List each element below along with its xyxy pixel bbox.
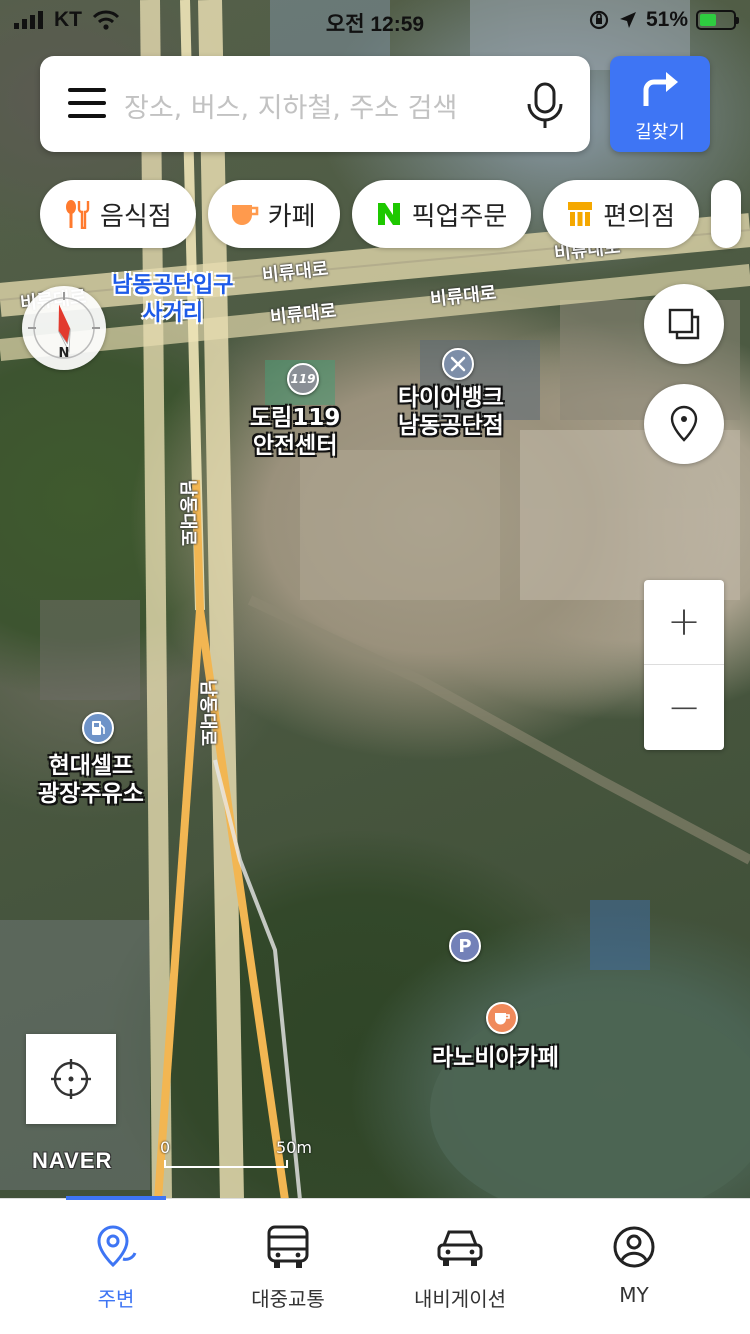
poi-label-gas-station[interactable]: 현대셀프 광장주유소 bbox=[38, 752, 144, 808]
microphone-icon[interactable] bbox=[524, 80, 566, 130]
location-arrow-icon bbox=[619, 12, 636, 28]
chip-label: 픽업주문 bbox=[411, 201, 508, 232]
poi-label-tire-bank[interactable]: 타이어뱅크 남동공단점 bbox=[398, 384, 504, 440]
bus-icon bbox=[208, 1221, 368, 1273]
tab-label: 대중교통 bbox=[251, 1287, 325, 1311]
tab-label: 내비게이션 bbox=[414, 1287, 506, 1311]
poi-label-cafe[interactable]: 라노비아카페 bbox=[432, 1044, 559, 1072]
map-pin-icon bbox=[670, 405, 698, 442]
compass-north-label: N bbox=[58, 346, 70, 361]
coffee-cup-icon bbox=[230, 199, 260, 229]
tab-my[interactable]: MY bbox=[554, 1221, 714, 1307]
map-scale: 0 50m bbox=[160, 1138, 320, 1170]
chip-label: 음식점 bbox=[100, 201, 172, 232]
chip-label: 카페 bbox=[267, 201, 316, 232]
zoom-out-button[interactable]: − bbox=[644, 665, 724, 750]
zoom-in-button[interactable]: + bbox=[644, 580, 724, 665]
chip-more[interactable] bbox=[711, 180, 742, 248]
store-icon bbox=[565, 199, 595, 229]
scale-bar bbox=[164, 1160, 288, 1168]
battery-percent: 51% bbox=[645, 8, 688, 31]
rotation-lock-icon bbox=[589, 10, 609, 30]
battery-fill bbox=[700, 14, 717, 26]
category-chips: 음식점 카페 픽업주문 편의점 bbox=[40, 180, 742, 248]
parking-icon[interactable]: P bbox=[449, 930, 481, 962]
tab-transit[interactable]: 대중교통 bbox=[208, 1221, 368, 1312]
fire-station-icon[interactable]: 119 bbox=[287, 363, 319, 395]
search-input[interactable]: 장소, 버스, 지하철, 주소 검색 bbox=[124, 86, 457, 125]
map-layers-button[interactable] bbox=[644, 284, 724, 364]
cafe-icon[interactable] bbox=[486, 1002, 518, 1034]
chip-restaurant[interactable]: 음식점 bbox=[40, 180, 196, 248]
saved-places-button[interactable] bbox=[644, 384, 724, 464]
tab-label: 주변 bbox=[97, 1287, 135, 1311]
zoom-control: + − bbox=[644, 580, 724, 750]
chip-cafe[interactable]: 카페 bbox=[207, 180, 340, 248]
location-pin-icon bbox=[36, 1221, 196, 1273]
fork-knife-icon bbox=[62, 199, 92, 229]
hamburger-menu-icon[interactable] bbox=[68, 88, 106, 118]
car-icon bbox=[380, 1221, 540, 1273]
scale-end-label: 50m bbox=[276, 1138, 312, 1157]
current-location-button[interactable] bbox=[26, 1034, 116, 1124]
turn-right-arrow-icon bbox=[643, 72, 678, 106]
user-icon bbox=[554, 1221, 714, 1273]
compass-button[interactable]: N bbox=[22, 286, 106, 370]
bottom-navigation: 주변 대중교통 내비게이션 MY bbox=[0, 1196, 750, 1334]
active-tab-indicator bbox=[66, 1196, 166, 1200]
tab-navigation[interactable]: 내비게이션 bbox=[380, 1221, 540, 1312]
layers-icon bbox=[668, 308, 700, 340]
tab-nearby[interactable]: 주변 bbox=[36, 1221, 196, 1312]
tab-label: MY bbox=[619, 1283, 649, 1307]
directions-button[interactable]: 길찾기 bbox=[610, 56, 710, 152]
naver-n-icon bbox=[374, 199, 404, 229]
repair-tools-icon[interactable] bbox=[442, 348, 474, 380]
status-bar: KT 오전 12:59 51% bbox=[0, 0, 750, 40]
chip-convenience-store[interactable]: 편의점 bbox=[543, 180, 700, 248]
chip-pickup[interactable]: 픽업주문 bbox=[351, 180, 532, 248]
battery-icon bbox=[696, 10, 739, 30]
poi-label-fire-station[interactable]: 도림119 안전센터 bbox=[250, 404, 340, 460]
directions-label: 길찾기 bbox=[635, 122, 685, 143]
road-label: 남동대로 bbox=[177, 479, 199, 547]
naver-logo: NAVER bbox=[32, 1148, 113, 1173]
road-label: 남동대로 bbox=[197, 679, 219, 747]
search-bar[interactable]: 장소, 버스, 지하철, 주소 검색 bbox=[40, 56, 590, 152]
crosshair-icon bbox=[51, 1059, 91, 1099]
chip-label: 편의점 bbox=[603, 201, 676, 232]
scale-start-label: 0 bbox=[160, 1138, 171, 1157]
intersection-label: 남동공단입구 사거리 bbox=[112, 273, 234, 326]
gas-station-icon[interactable] bbox=[82, 712, 114, 744]
